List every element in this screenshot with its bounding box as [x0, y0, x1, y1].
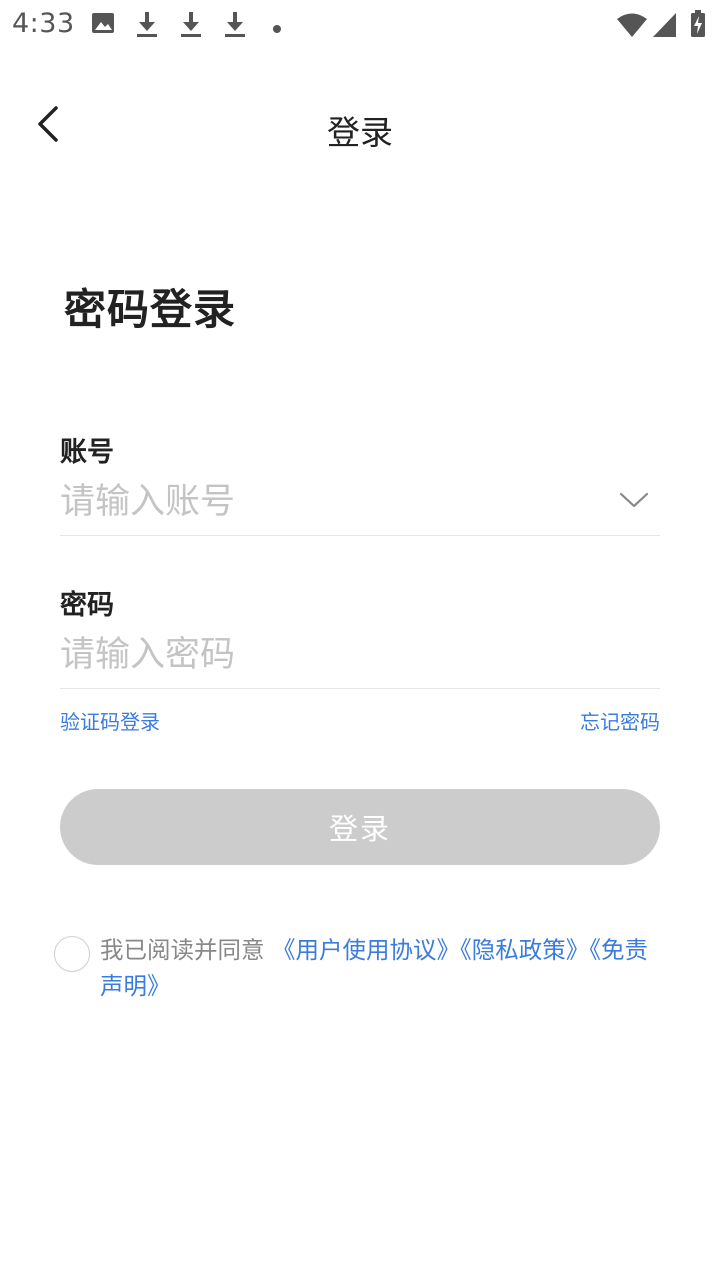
- chevron-down-icon: [619, 491, 649, 513]
- agreement-checkbox[interactable]: [54, 936, 90, 972]
- wifi-icon: [616, 12, 648, 42]
- user-agreement-link[interactable]: 《用户使用协议》: [272, 936, 460, 964]
- download-icon: [134, 10, 160, 42]
- download-icon: [178, 10, 204, 42]
- page-title: 登录: [327, 113, 393, 152]
- image-icon: [90, 10, 116, 40]
- agreement-text: 我已阅读并同意 《用户使用协议》《隐私政策》《免责声明》: [100, 932, 666, 1004]
- account-input[interactable]: [60, 476, 600, 528]
- agreement-prefix: 我已阅读并同意: [100, 936, 272, 964]
- login-button[interactable]: 登录: [60, 789, 660, 865]
- account-dropdown-button[interactable]: [614, 484, 654, 520]
- download-icon: [222, 10, 248, 42]
- header: 登录: [0, 80, 720, 172]
- account-divider: [60, 535, 660, 536]
- password-divider: [60, 688, 660, 689]
- forgot-password-link[interactable]: 忘记密码: [580, 706, 660, 735]
- login-mode-heading: 密码登录: [64, 285, 237, 334]
- dot-icon: [272, 19, 282, 38]
- password-label: 密码: [60, 590, 114, 621]
- sms-login-link[interactable]: 验证码登录: [60, 706, 160, 735]
- signal-icon: [652, 12, 678, 42]
- status-bar: 4:33: [0, 0, 720, 48]
- account-label: 账号: [60, 437, 114, 468]
- status-time: 4:33: [12, 8, 75, 39]
- battery-charging-icon: [690, 10, 706, 42]
- privacy-policy-link[interactable]: 《隐私政策》: [460, 936, 589, 964]
- password-input[interactable]: [60, 629, 600, 681]
